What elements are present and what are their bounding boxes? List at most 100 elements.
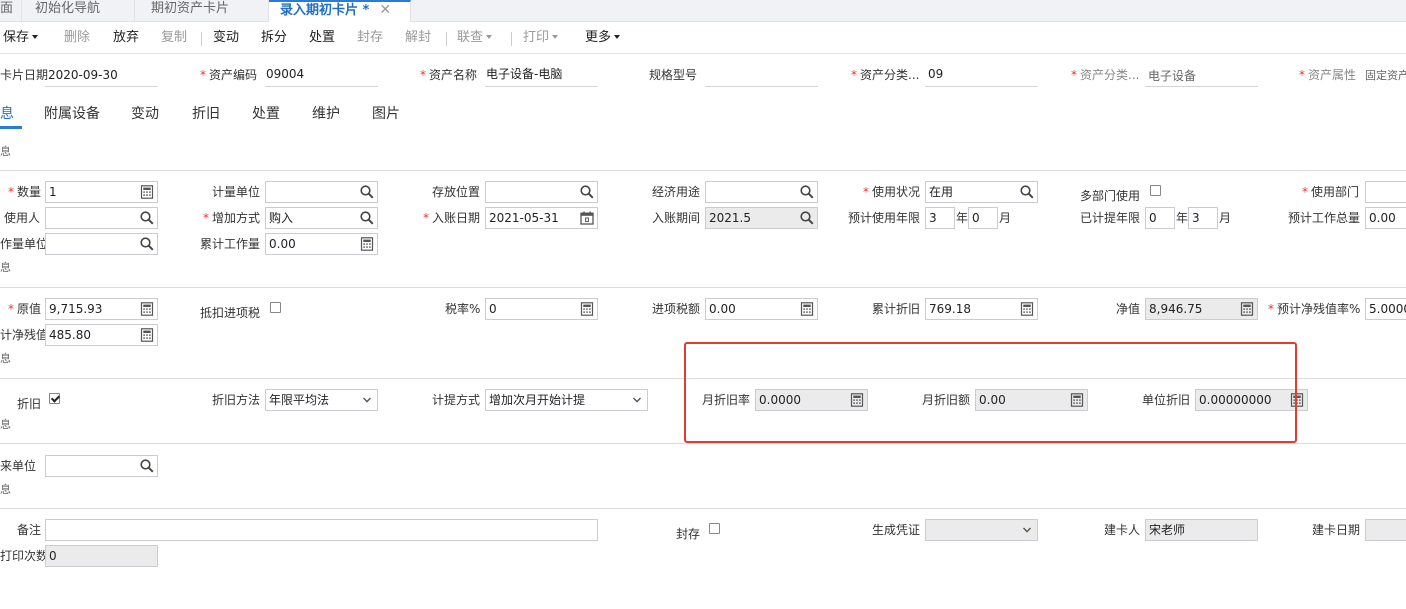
input-tax-input[interactable]: 0.00	[705, 298, 818, 320]
search-icon[interactable]	[360, 211, 374, 225]
create-date-input	[1365, 519, 1406, 541]
year-unit: 年	[1176, 211, 1189, 225]
calculator-icon[interactable]	[360, 237, 374, 251]
usage-status-value: 在用	[929, 185, 954, 199]
asset-name-value[interactable]: 电子设备-电脑	[486, 66, 562, 82]
subtab-accessories[interactable]: 附属设备	[44, 106, 100, 122]
subtab-maintenance[interactable]: 维护	[312, 106, 340, 122]
entry-date-input[interactable]: 2021-05-31	[485, 207, 598, 229]
search-icon[interactable]	[360, 185, 374, 199]
delete-button[interactable]: 删除	[64, 30, 90, 46]
subtab-basic-info[interactable]: 息	[0, 106, 14, 122]
generate-voucher-select[interactable]	[925, 519, 1038, 541]
tab-init-guide[interactable]: 初始化导航	[22, 0, 135, 22]
workload-unit-input[interactable]	[45, 233, 158, 255]
calculator-icon[interactable]	[140, 185, 154, 199]
usage-status-input[interactable]: 在用	[925, 181, 1038, 203]
input-tax-value: 0.00	[709, 302, 736, 316]
tab-initial-asset-cards[interactable]: 期初资产卡片	[135, 0, 269, 22]
calculator-icon[interactable]	[580, 302, 594, 316]
accrued-years-input[interactable]: 0	[1145, 207, 1175, 229]
discard-button[interactable]: 放弃	[113, 30, 139, 46]
print-count-input: 0	[45, 545, 158, 567]
subtab-changes[interactable]: 变动	[131, 106, 159, 122]
purpose-label: 经济用途	[652, 185, 701, 199]
location-input[interactable]	[485, 181, 598, 203]
more-label: 更多	[585, 30, 612, 45]
total-workload-input[interactable]: 0.00	[1365, 207, 1406, 229]
total-workload-label: 预计工作总量	[1288, 211, 1361, 225]
calculator-icon[interactable]	[800, 302, 814, 316]
more-button[interactable]: 更多	[585, 30, 621, 46]
usage-status-label: * 使用状况	[863, 184, 920, 200]
sealed-label: 封存	[676, 527, 701, 541]
create-date-label: 建卡日期	[1312, 523, 1361, 537]
entry-period-value: 2021.5	[709, 211, 751, 225]
required-mark: *	[203, 211, 209, 225]
search-icon[interactable]	[140, 211, 154, 225]
asset-category-code-value[interactable]: 09	[928, 66, 943, 82]
subtab-images[interactable]: 图片	[372, 106, 400, 122]
split-button[interactable]: 拆分	[261, 30, 287, 46]
calendar-icon[interactable]	[580, 211, 594, 225]
residual-value-input[interactable]: 485.80	[45, 324, 158, 346]
search-icon[interactable]	[800, 185, 814, 199]
deduct-input-tax-checkbox[interactable]	[270, 302, 281, 313]
search-icon[interactable]	[140, 459, 154, 473]
residual-rate-label: * 预计净残值率%	[1268, 301, 1360, 317]
cumulative-depreciation-input[interactable]: 769.18	[925, 298, 1038, 320]
purpose-input[interactable]	[705, 181, 818, 203]
asset-code-label-text: 资产编码	[209, 68, 258, 82]
life-months-input[interactable]: 0	[968, 207, 998, 229]
seal-button[interactable]: 封存	[357, 30, 383, 46]
tax-rate-value: 0	[489, 302, 497, 316]
tab-label: 初始化导航	[35, 1, 101, 16]
tax-rate-input[interactable]: 0	[485, 298, 598, 320]
copy-button[interactable]: 复制	[161, 30, 187, 46]
total-workload-value: 0.00	[1369, 211, 1396, 225]
department-input[interactable]	[1365, 181, 1406, 203]
tab-enter-initial-card[interactable]: 录入期初卡片 * ✕	[269, 0, 411, 22]
contact-unit-input[interactable]	[45, 455, 158, 477]
life-years-input[interactable]: 3	[925, 207, 955, 229]
depreciation-method-select[interactable]: 年限平均法	[265, 389, 378, 411]
month-unit: 月	[999, 211, 1012, 225]
calculator-icon[interactable]	[1020, 302, 1034, 316]
change-button[interactable]: 变动	[213, 30, 239, 46]
department-label-text: 使用部门	[1311, 185, 1360, 199]
sealed-checkbox[interactable]	[709, 523, 720, 534]
save-button[interactable]: 保存	[3, 30, 39, 46]
residual-rate-input[interactable]: 5.0000	[1365, 298, 1406, 320]
tab-home[interactable]: 面	[0, 0, 22, 22]
linked-query-button[interactable]: 联查	[457, 30, 493, 46]
contact-unit-label: 来单位	[0, 459, 37, 473]
accrual-method-select[interactable]: 增加次月开始计提	[485, 389, 648, 411]
search-icon[interactable]	[140, 237, 154, 251]
note-input[interactable]	[45, 519, 598, 541]
quantity-input[interactable]: 1	[45, 181, 158, 203]
cumulative-depreciation-value: 769.18	[929, 302, 971, 316]
close-icon[interactable]: ✕	[379, 2, 391, 18]
calculator-icon[interactable]	[140, 302, 154, 316]
add-method-input[interactable]: 购入	[265, 207, 378, 229]
dispose-button[interactable]: 处置	[309, 30, 335, 46]
user-input[interactable]	[45, 207, 158, 229]
unseal-button[interactable]: 解封	[405, 30, 431, 46]
cumulative-workload-input[interactable]: 0.00	[265, 233, 378, 255]
accrued-months-input[interactable]: 3	[1188, 207, 1218, 229]
original-value-input[interactable]: 9,715.93	[45, 298, 158, 320]
depreciation-checkbox[interactable]	[49, 393, 60, 404]
subtab-depreciation[interactable]: 折旧	[192, 106, 220, 122]
required-mark: *	[8, 185, 14, 199]
multi-dept-checkbox[interactable]	[1150, 185, 1161, 196]
chevron-down-icon	[614, 35, 621, 39]
search-icon[interactable]	[580, 185, 594, 199]
asset-code-label: * 资产编码	[200, 67, 257, 83]
print-button[interactable]: 打印	[523, 30, 559, 46]
search-icon[interactable]	[1020, 185, 1034, 199]
subtab-disposal[interactable]: 处置	[252, 106, 280, 122]
calculator-icon[interactable]	[140, 328, 154, 342]
life-years-value: 3	[929, 211, 937, 225]
asset-code-value[interactable]: 09004	[266, 66, 304, 82]
unit-input[interactable]	[265, 181, 378, 203]
